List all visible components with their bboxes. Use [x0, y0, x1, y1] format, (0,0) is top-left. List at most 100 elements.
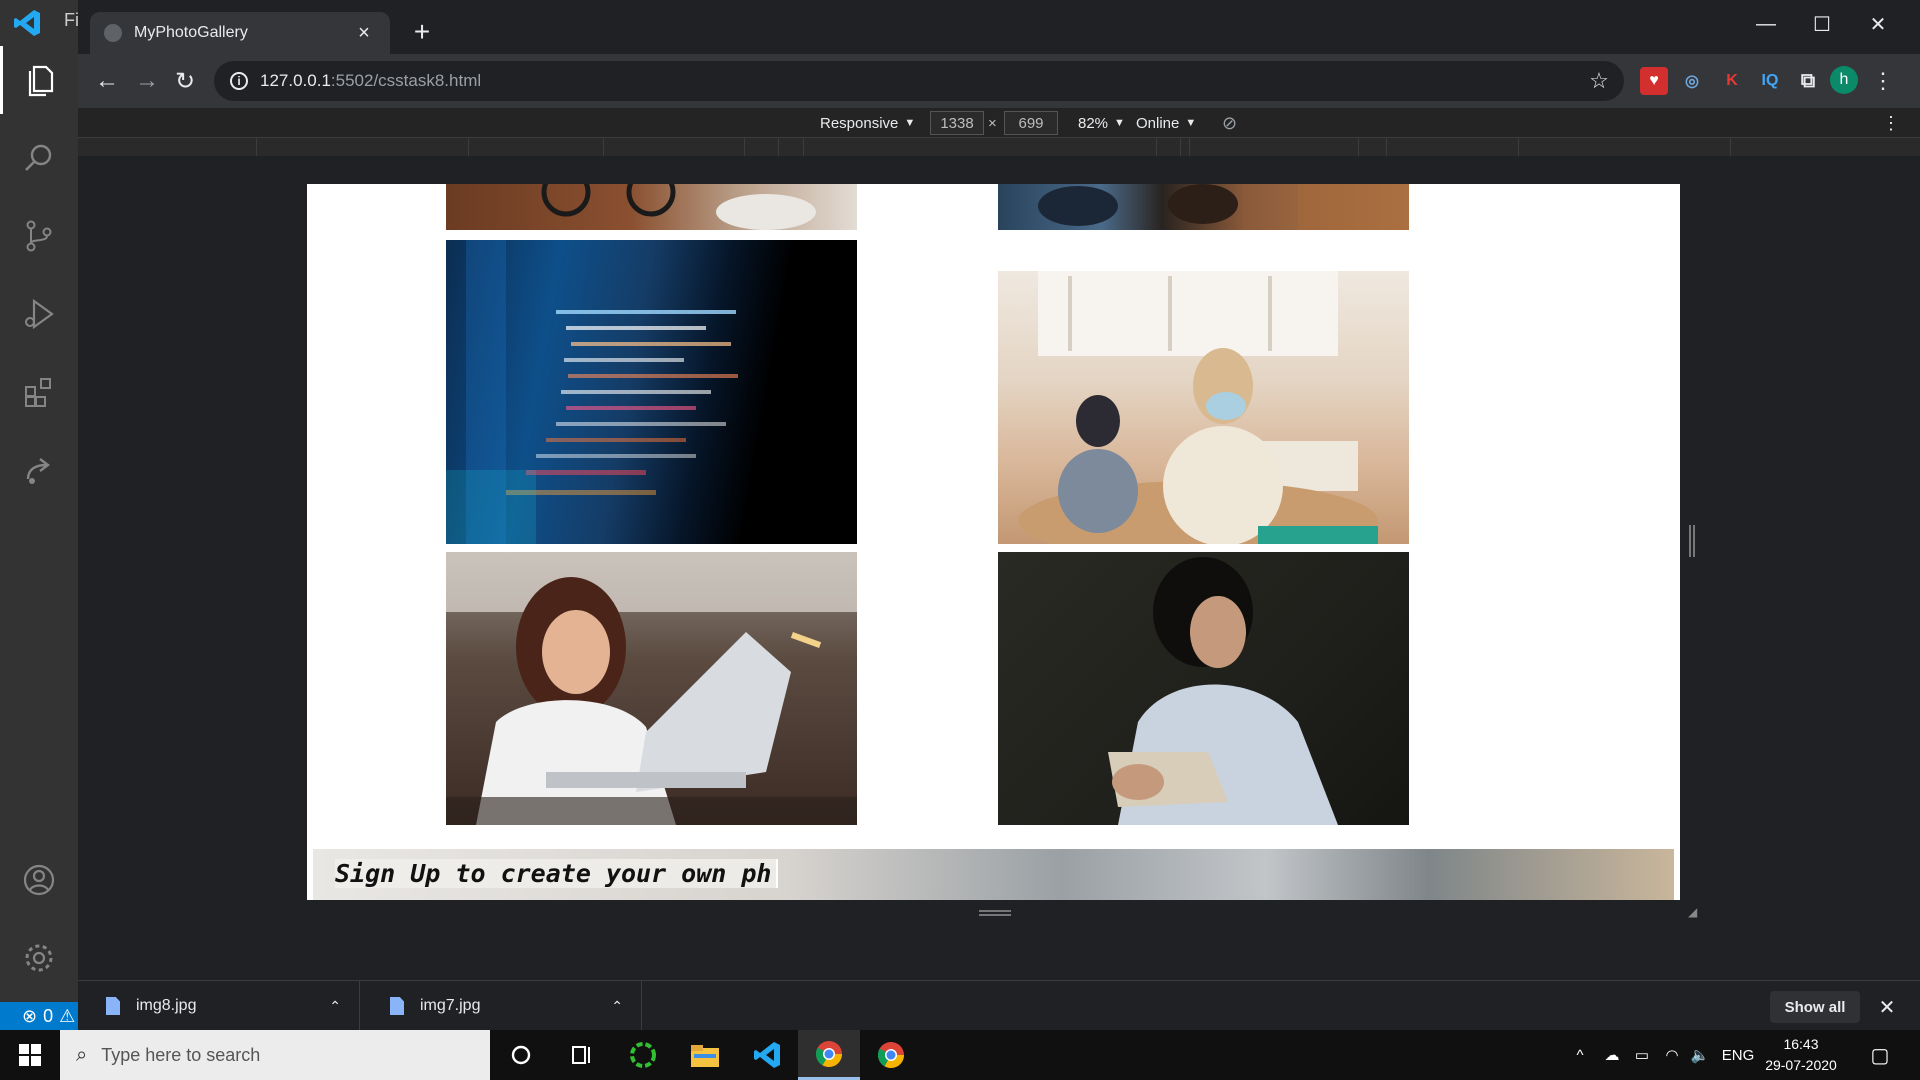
download-filename: img8.jpg	[136, 997, 197, 1014]
zoom-select[interactable]: 82% ▼	[1078, 112, 1125, 134]
k-extension-icon[interactable]: K	[1718, 67, 1746, 95]
vscode-logo-icon	[14, 10, 40, 36]
clock-time: 16:43	[1783, 1036, 1819, 1052]
battery-icon[interactable]: ▭	[1628, 1030, 1656, 1080]
cortana-icon[interactable]	[490, 1030, 552, 1080]
chevron-up-icon[interactable]: ⌃	[611, 998, 623, 1015]
tab-strip: MyPhotoGallery × + — ☐ ✕	[78, 0, 1920, 54]
taskbar-clock[interactable]: 16:43 29-07-2020	[1756, 1034, 1846, 1076]
photo-glasses-desk[interactable]	[446, 184, 857, 230]
device-mode-label: Responsive	[820, 114, 899, 132]
windows-taskbar: ⌕ Type here to search ^ ☁ ▭ ◠ 🔈 ENG 16:4…	[0, 1030, 1920, 1080]
new-tab-icon[interactable]: +	[404, 14, 440, 50]
media-query-bar[interactable]	[78, 138, 1920, 156]
error-icon: ⊗	[22, 1005, 38, 1026]
photo-woman-laptop[interactable]	[446, 552, 857, 825]
zoom-label: 82%	[1078, 114, 1109, 132]
signup-typing-text: Sign Up to create your own ph	[335, 859, 778, 888]
download-item-img8[interactable]: img8.jpg ⌃	[78, 981, 360, 1031]
address-bar[interactable]: i 127.0.0.1:5502/csstask8.html	[214, 61, 1624, 101]
iq-extension-icon[interactable]: IQ	[1756, 67, 1784, 95]
extension-icon[interactable]: ◎	[1678, 67, 1706, 95]
rotate-icon[interactable]: ⊘	[1222, 112, 1237, 134]
vscode-activity-bar: Fi ⊗ 0 ⚠	[0, 0, 79, 1030]
forward-icon[interactable]: →	[128, 62, 166, 100]
viewport-height-input[interactable]: 699	[1004, 111, 1058, 135]
windows-start-icon[interactable]	[0, 1030, 60, 1080]
chrome-taskbar-icon[interactable]	[798, 1030, 860, 1080]
file-icon	[390, 997, 404, 1015]
action-center-icon[interactable]: ▢	[1860, 1030, 1900, 1080]
page-content: Sign Up to create your own ph	[307, 184, 1680, 900]
photo-students-overhead[interactable]	[998, 184, 1409, 230]
tab-title: MyPhotoGallery	[134, 24, 248, 41]
dimension-separator: ×	[988, 114, 997, 132]
viewport-width-input[interactable]: 1338	[930, 111, 984, 135]
photo-student-mask[interactable]	[998, 271, 1409, 544]
explorer-icon[interactable]	[0, 46, 78, 114]
language-indicator[interactable]: ENG	[1720, 1030, 1756, 1080]
downloads-close-icon[interactable]: ✕	[1872, 991, 1902, 1023]
source-control-icon[interactable]	[0, 202, 78, 270]
accounts-icon[interactable]	[0, 846, 78, 914]
minimize-icon[interactable]: —	[1738, 6, 1794, 42]
tab-myphotogallery[interactable]: MyPhotoGallery ×	[90, 12, 390, 54]
error-count: 0	[43, 1005, 54, 1026]
extensions-icon[interactable]	[0, 358, 78, 426]
downloads-bar: img8.jpg ⌃ img7.jpg ⌃ Show all ✕	[78, 980, 1920, 1031]
site-info-icon[interactable]: i	[230, 72, 248, 90]
photo-code-screen[interactable]	[446, 240, 857, 544]
viewport-resize-handle-corner[interactable]: ◢	[1688, 905, 1702, 919]
reload-icon[interactable]: ↻	[166, 62, 204, 100]
viewport-resize-handle-bottom[interactable]	[979, 910, 1011, 916]
maximize-icon[interactable]: ☐	[1794, 6, 1850, 42]
viewport-resize-handle-right[interactable]	[1689, 525, 1695, 557]
dropdown-arrow-icon: ▼	[1114, 117, 1125, 129]
dropdown-arrow-icon: ▼	[1185, 117, 1197, 129]
back-icon[interactable]: ←	[88, 62, 126, 100]
vscode-taskbar-icon[interactable]	[736, 1030, 798, 1080]
vscode-status-errors[interactable]: ⊗ 0 ⚠	[0, 1002, 78, 1030]
show-all-button[interactable]: Show all	[1770, 991, 1860, 1023]
chrome-menu-icon[interactable]: ⋮	[1868, 62, 1898, 100]
device-toolbar-menu-icon[interactable]: ⋮	[1882, 112, 1900, 134]
volume-icon[interactable]: 🔈	[1686, 1030, 1714, 1080]
taskbar-search-box[interactable]: ⌕ Type here to search	[60, 1030, 490, 1080]
onedrive-cloud-icon[interactable]: ☁	[1598, 1030, 1626, 1080]
network-throttle-select[interactable]: Online ▼	[1136, 112, 1196, 134]
globe-icon	[104, 24, 122, 42]
warning-icon: ⚠	[59, 1005, 76, 1026]
url-path: :5502/csstask8.html	[330, 71, 482, 90]
chevron-up-icon[interactable]: ^	[1568, 1030, 1592, 1080]
signup-banner[interactable]: Sign Up to create your own ph	[313, 849, 1674, 900]
task-view-icon[interactable]	[550, 1030, 612, 1080]
remote-explorer-icon[interactable]	[0, 436, 78, 504]
download-filename: img7.jpg	[420, 997, 481, 1014]
run-debug-icon[interactable]	[0, 280, 78, 348]
device-mode-select[interactable]: Responsive ▼	[820, 112, 915, 134]
bookmark-star-icon[interactable]: ☆	[1580, 62, 1618, 100]
profile-avatar[interactable]: h	[1830, 66, 1858, 94]
tab-close-icon[interactable]: ×	[352, 22, 376, 45]
browser-toolbar: ← → ↻ i 127.0.0.1:5502/csstask8.html ☆ ♥…	[78, 54, 1920, 108]
dropdown-arrow-icon: ▼	[904, 117, 916, 129]
network-label: Online	[1136, 114, 1180, 132]
loading-app-icon[interactable]	[612, 1030, 674, 1080]
window-title-fragment: Fi	[64, 10, 79, 30]
file-explorer-icon[interactable]	[674, 1030, 736, 1080]
wifi-icon[interactable]: ◠	[1658, 1030, 1686, 1080]
device-toolbar: Responsive ▼ 1338 × 699 82% ▼ Online ▼ ⊘ ⋮	[78, 108, 1920, 138]
extensions-puzzle-icon[interactable]: ⧉	[1794, 67, 1822, 95]
chevron-up-icon[interactable]: ⌃	[329, 998, 341, 1015]
clock-date: 29-07-2020	[1765, 1057, 1837, 1073]
chrome-taskbar-icon-2[interactable]	[860, 1030, 922, 1080]
chrome-window: MyPhotoGallery × + — ☐ ✕ ← → ↻ i 127.0.0…	[78, 0, 1920, 1031]
window-close-icon[interactable]: ✕	[1850, 6, 1906, 42]
settings-gear-icon[interactable]	[0, 924, 78, 992]
taskbar-search-placeholder: Type here to search	[101, 1044, 261, 1065]
file-icon	[106, 997, 120, 1015]
pocket-extension-icon[interactable]: ♥	[1640, 67, 1668, 95]
search-icon[interactable]	[0, 124, 78, 192]
photo-woman-reading[interactable]	[998, 552, 1409, 825]
download-item-img7[interactable]: img7.jpg ⌃	[360, 981, 642, 1031]
